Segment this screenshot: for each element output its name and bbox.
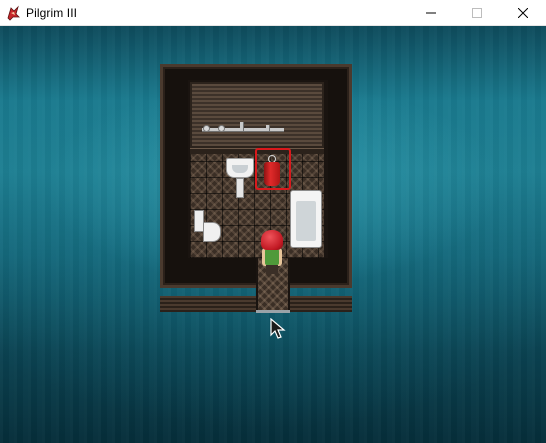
bathtub[interactable] bbox=[290, 190, 322, 248]
character-green-shirt bbox=[265, 249, 279, 265]
sink-basin bbox=[232, 165, 248, 173]
wall-pipe-joint bbox=[266, 125, 269, 131]
bathtub-basin bbox=[296, 201, 316, 241]
maximize-button[interactable] bbox=[454, 0, 500, 26]
pipe-valve-icon bbox=[218, 125, 225, 132]
bathroom-back-wall bbox=[190, 82, 324, 148]
character-red-hair bbox=[261, 230, 283, 250]
window-title-bar[interactable]: Pilgrim III bbox=[0, 0, 546, 26]
minimize-icon bbox=[426, 8, 436, 18]
player-character[interactable] bbox=[258, 230, 286, 274]
character-legs bbox=[266, 265, 278, 274]
door-threshold bbox=[256, 310, 290, 313]
minimize-button[interactable] bbox=[408, 0, 454, 26]
close-button[interactable] bbox=[500, 0, 546, 26]
window-title: Pilgrim III bbox=[26, 5, 78, 20]
sink[interactable] bbox=[226, 158, 254, 178]
pipe-valve-icon bbox=[203, 125, 210, 132]
red-towel[interactable] bbox=[264, 162, 280, 186]
wall-pipe-vertical bbox=[240, 122, 243, 131]
window-controls bbox=[408, 0, 546, 26]
wall-pipe-horizontal bbox=[202, 128, 284, 131]
close-icon bbox=[518, 8, 528, 18]
arrow-cursor-icon bbox=[270, 317, 286, 345]
sink-pedestal bbox=[236, 178, 244, 198]
toilet[interactable] bbox=[203, 222, 221, 242]
pilgrim-app-icon bbox=[0, 0, 26, 26]
maximize-icon bbox=[472, 8, 482, 18]
